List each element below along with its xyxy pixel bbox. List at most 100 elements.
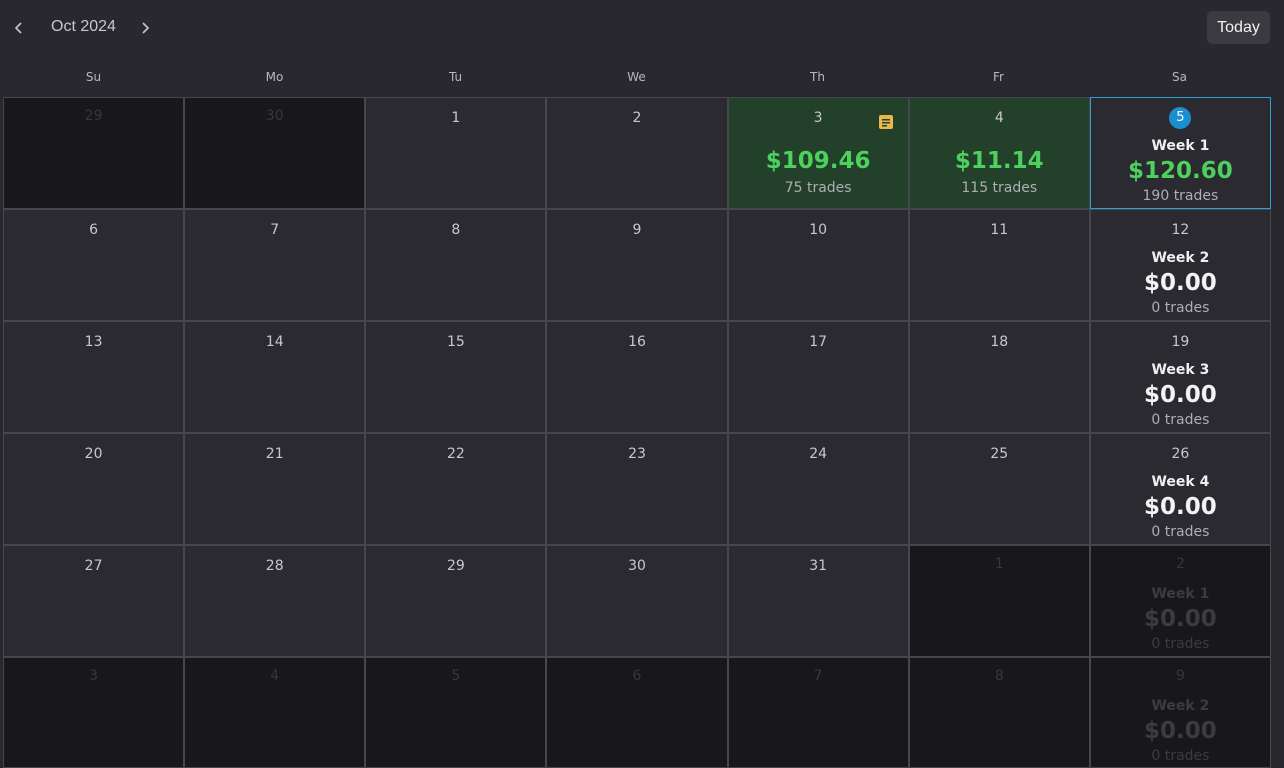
day-cell[interactable]: 7 [727, 657, 909, 768]
today-button[interactable]: Today [1207, 11, 1270, 44]
today-day-number: 5 [1169, 107, 1192, 129]
day-cell[interactable]: 20 [3, 433, 185, 545]
day-cell[interactable]: 19 Week 3 $0.00 0 trades [1089, 321, 1271, 433]
day-cell[interactable]: 9 Week 2 $0.00 0 trades [1089, 657, 1271, 768]
day-number: 8 [451, 222, 461, 238]
day-cell[interactable]: 10 [727, 209, 909, 321]
day-cell[interactable]: 30 [184, 97, 366, 209]
day-cell[interactable]: 15 [365, 321, 547, 433]
day-pnl: $109.46 [765, 148, 871, 174]
day-number: 30 [628, 558, 646, 574]
day-number: 5 [451, 668, 461, 684]
day-number: 28 [265, 558, 284, 574]
day-cell[interactable]: 28 [184, 545, 366, 657]
day-cell[interactable]: 1 [908, 545, 1090, 657]
weekday-label: Tu [448, 70, 463, 84]
day-cell[interactable]: 4 [184, 657, 366, 768]
day-number: 27 [84, 558, 103, 574]
day-cell[interactable]: 26 Week 4 $0.00 0 trades [1089, 433, 1271, 545]
day-number: 8 [994, 668, 1004, 684]
day-cell[interactable]: 1 [365, 97, 547, 209]
calendar-header: Oct 2024 Today [0, 0, 1284, 56]
day-cell[interactable]: 29 [365, 545, 547, 657]
week-trade-count: 0 trades [1151, 300, 1210, 316]
day-number: 9 [632, 222, 642, 238]
day-number: 15 [446, 334, 465, 350]
day-number: 6 [89, 222, 99, 238]
day-number: 23 [628, 446, 646, 462]
day-cell[interactable]: 14 [184, 321, 366, 433]
day-number: 4 [270, 668, 280, 684]
day-cell[interactable]: 9 [546, 209, 728, 321]
week-label: Week 3 [1151, 362, 1210, 378]
week-label: Week 1 [1151, 586, 1210, 602]
day-number: 20 [84, 446, 103, 462]
day-cell-today[interactable]: 5 Week 1 $120.60 190 trades [1089, 97, 1271, 209]
week-pnl: $120.60 [1128, 158, 1233, 184]
day-cell[interactable]: 13 [3, 321, 185, 433]
day-cell[interactable]: 29 [3, 97, 185, 209]
weekday-label: We [627, 70, 646, 84]
prev-month-button[interactable] [6, 14, 32, 42]
day-number: 19 [1171, 334, 1190, 350]
day-cell[interactable]: 12 Week 2 $0.00 0 trades [1089, 209, 1271, 321]
week-trade-count: 190 trades [1142, 188, 1219, 204]
weekday-label: Fr [993, 70, 1004, 84]
day-cell[interactable]: 27 [3, 545, 185, 657]
day-cell[interactable]: 21 [184, 433, 366, 545]
day-cell[interactable]: 6 [546, 657, 728, 768]
day-cell[interactable]: 6 [3, 209, 185, 321]
day-cell[interactable]: 16 [546, 321, 728, 433]
week-trade-count: 0 trades [1151, 412, 1210, 428]
week-pnl: $0.00 [1144, 270, 1217, 296]
weekday-label: Mo [265, 70, 284, 84]
day-trade-count: 75 trades [784, 180, 852, 196]
day-cell[interactable]: 4 $11.14 115 trades [908, 97, 1090, 209]
day-cell[interactable]: 2 Week 1 $0.00 0 trades [1089, 545, 1271, 657]
day-number: 11 [990, 222, 1009, 238]
week-pnl: $0.00 [1144, 718, 1217, 744]
day-cell[interactable]: 25 [908, 433, 1090, 545]
week-trade-count: 0 trades [1151, 524, 1210, 540]
day-cell[interactable]: 7 [184, 209, 366, 321]
day-number: 7 [270, 222, 280, 238]
day-number: 29 [446, 558, 465, 574]
day-number: 30 [265, 108, 284, 124]
day-cell[interactable]: 22 [365, 433, 547, 545]
day-cell[interactable]: 8 [908, 657, 1090, 768]
weekday-label: Sa [1172, 70, 1187, 84]
next-month-button[interactable] [132, 14, 158, 42]
note-icon[interactable] [878, 114, 894, 130]
day-cell[interactable]: 18 [908, 321, 1090, 433]
day-number: 16 [628, 334, 646, 350]
week-label: Week 4 [1151, 474, 1210, 490]
weekday-label: Th [810, 70, 825, 84]
day-cell[interactable]: 30 [546, 545, 728, 657]
weekday-header: Su Mo Tu We Th Fr Sa [3, 64, 1271, 90]
day-cell[interactable]: 2 [546, 97, 728, 209]
day-number: 1 [994, 556, 1004, 572]
month-title: Oct 2024 [51, 18, 116, 35]
day-number: 7 [813, 668, 823, 684]
day-pnl: $11.14 [954, 148, 1044, 174]
day-number: 12 [1171, 222, 1190, 238]
day-cell[interactable]: 3 [3, 657, 185, 768]
day-cell[interactable]: 11 [908, 209, 1090, 321]
weekday-label: Su [85, 70, 102, 84]
day-cell[interactable]: 8 [365, 209, 547, 321]
day-cell[interactable]: 17 [727, 321, 909, 433]
day-number: 4 [994, 110, 1004, 126]
day-number: 21 [265, 446, 284, 462]
day-number: 22 [446, 446, 465, 462]
day-cell[interactable]: 5 [365, 657, 547, 768]
day-cell[interactable]: 24 [727, 433, 909, 545]
day-cell[interactable]: 3 $109.46 75 trades [727, 97, 909, 209]
day-cell[interactable]: 23 [546, 433, 728, 545]
day-cell[interactable]: 31 [727, 545, 909, 657]
week-label: Week 2 [1151, 698, 1210, 714]
day-number: 3 [89, 668, 99, 684]
day-number: 29 [84, 108, 103, 124]
day-trade-count: 115 trades [961, 180, 1038, 196]
chevron-left-icon [14, 22, 22, 34]
day-number: 6 [632, 668, 642, 684]
